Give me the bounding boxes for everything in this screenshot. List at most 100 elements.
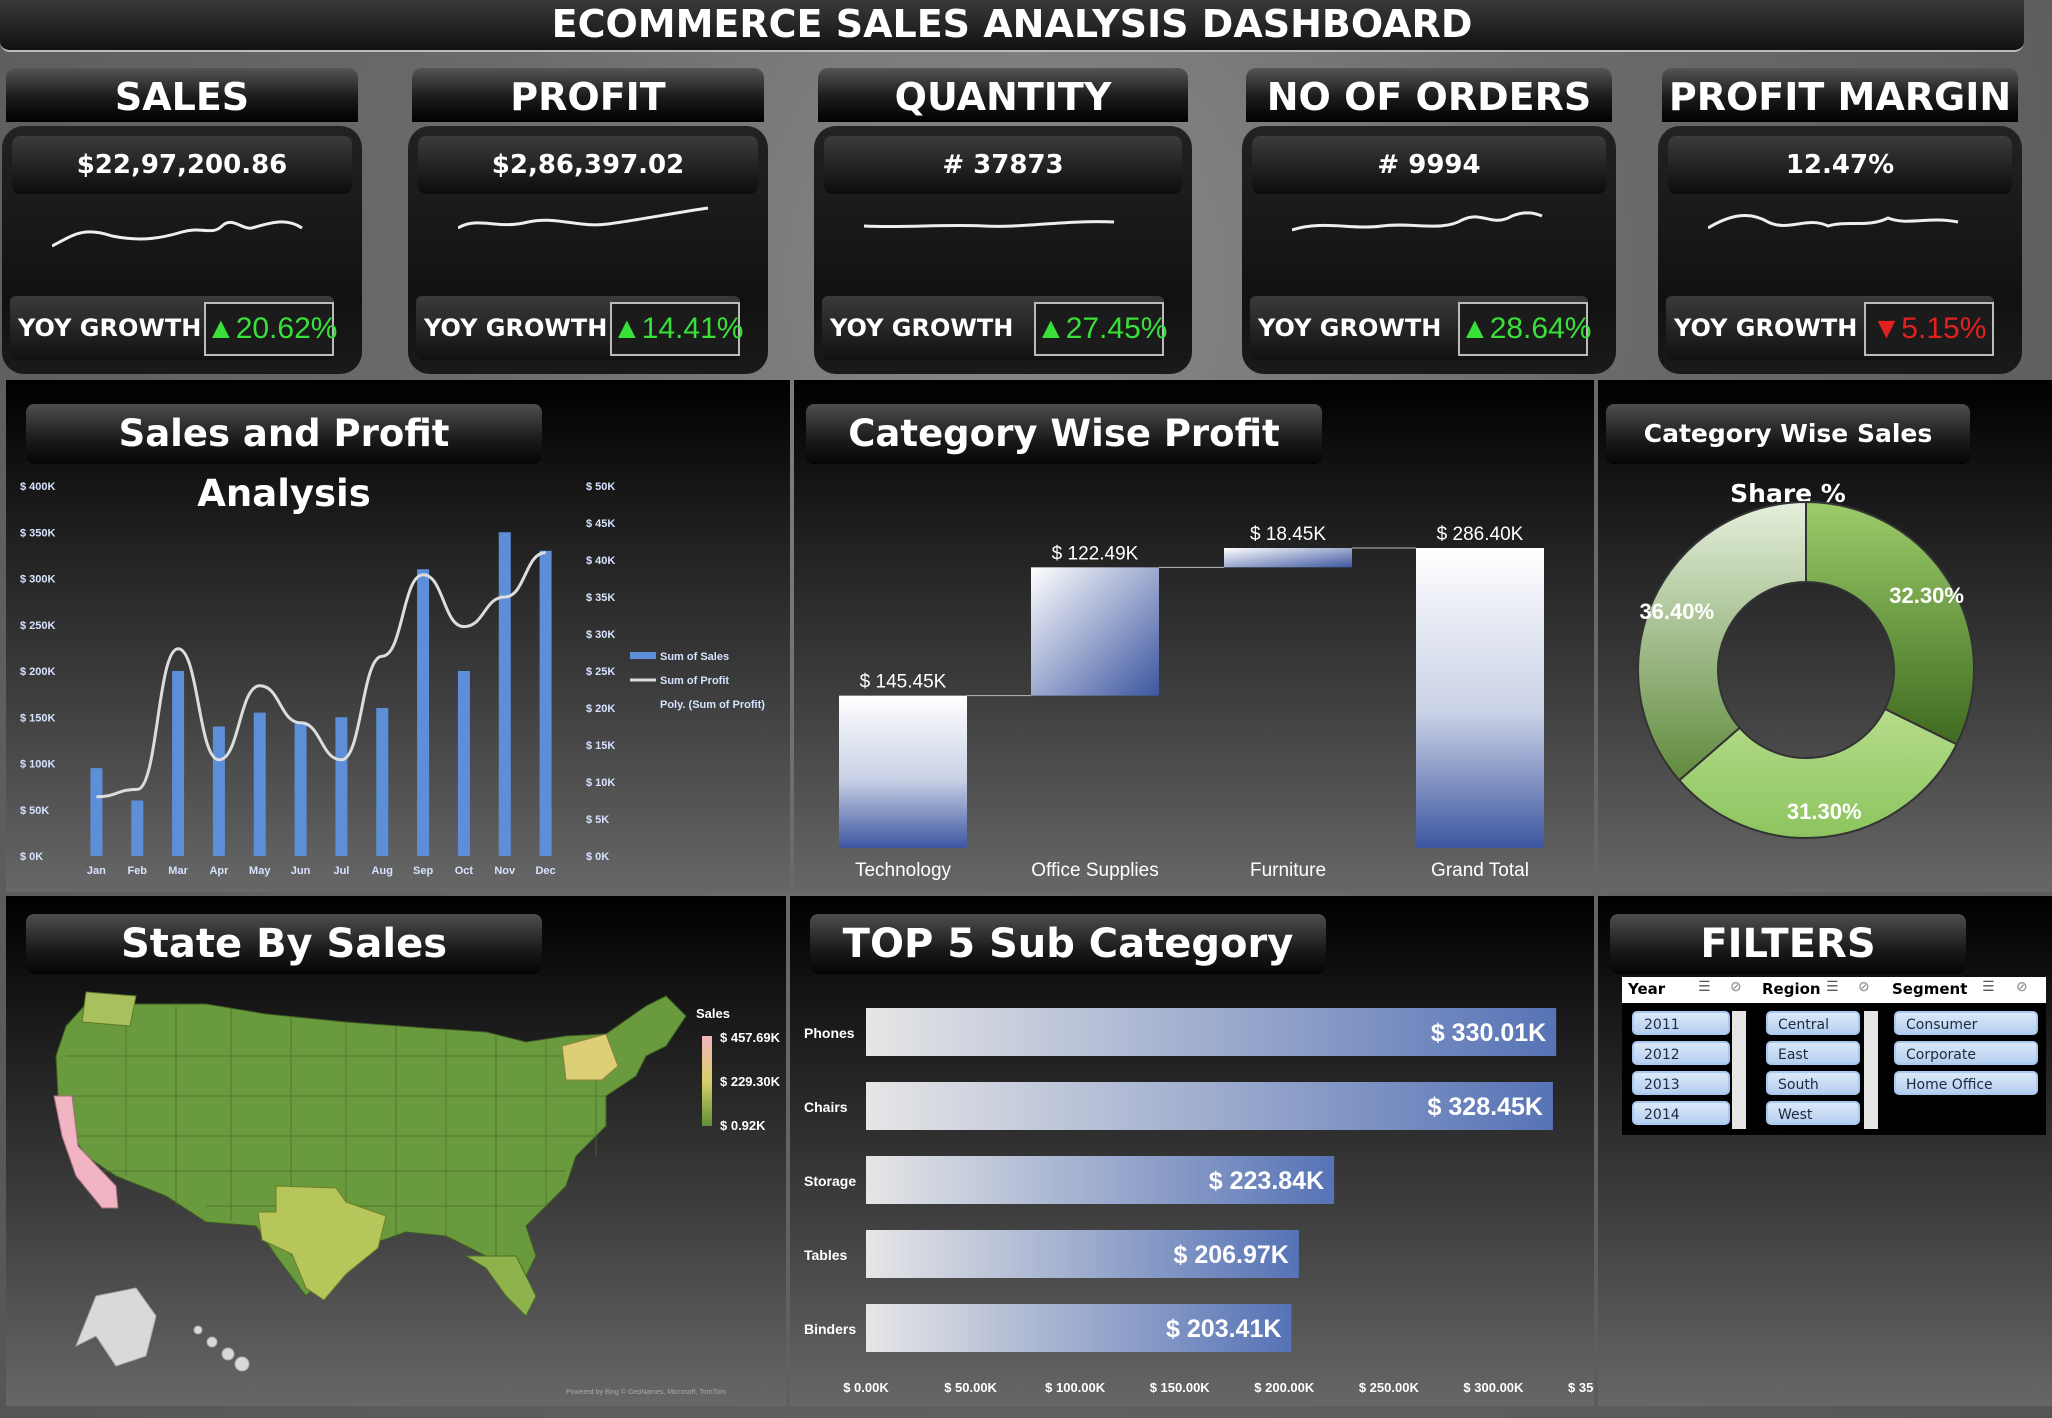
bar-value-label: $ 330.01K — [1431, 1019, 1546, 1047]
kpi-sparkline — [1292, 211, 1543, 232]
y2-tick-label: $ 20K — [586, 703, 615, 715]
slicer-segment-multiselect-icon[interactable]: ☰ — [1982, 979, 1995, 995]
slicer-segment-label: Segment — [1892, 980, 1968, 998]
sales-bar — [457, 671, 470, 856]
kpi-title: PROFIT MARGIN — [1662, 68, 2018, 122]
slicer-segment-item[interactable]: Consumer — [1894, 1011, 2038, 1035]
donut-slice — [1637, 500, 1807, 782]
bar-value-label: $ 223.84K — [1209, 1167, 1324, 1195]
state-sales-panel: State By Sales Sales $ 457.69K $ 229.30K… — [6, 896, 786, 1406]
slicer-year-scrollbar[interactable] — [1732, 1011, 1746, 1129]
slicer-year-label: Year — [1628, 980, 1666, 998]
kpi-sparkline — [458, 206, 709, 230]
kpi-body: $22,97,200.86 YOY GROWTH ▲20.62% — [2, 126, 362, 374]
yoy-row: YOY GROWTH ▼5.15% — [1666, 296, 1994, 360]
kpi-body: $2,86,397.02 YOY GROWTH ▲14.41% — [408, 126, 768, 374]
slicer-region-scrollbar[interactable] — [1864, 1011, 1878, 1129]
y-tick-label: $ 250K — [20, 620, 56, 632]
slicer-year-multiselect-icon[interactable]: ☰ — [1698, 979, 1711, 995]
kpi-sparkline — [1708, 214, 1959, 230]
map-credit: Powered by Bing © GeoNames, Microsoft, T… — [566, 1388, 726, 1396]
kpi-value: 12.47% — [1668, 136, 2012, 194]
x-tick-label: Mar — [168, 865, 188, 877]
slicer-segment-item[interactable]: Home Office — [1894, 1071, 2038, 1095]
waterfall-bar — [1416, 548, 1544, 848]
kpi-title: NO OF ORDERS — [1246, 68, 1612, 122]
sales-bar — [376, 708, 389, 856]
map-washington — [81, 991, 137, 1027]
waterfall-bar — [839, 695, 967, 848]
x-tick-label: Dec — [535, 865, 555, 877]
yoy-row: YOY GROWTH ▲28.64% — [1250, 296, 1591, 360]
slicer-year-item[interactable]: 2011 — [1632, 1011, 1730, 1035]
x-tick-label: Aug — [372, 865, 393, 877]
slicer-group: Year ☰ ⊘ Region ☰ ⊘ Segment ☰ ⊘ 2011 2012… — [1622, 977, 2046, 1135]
sales-bar — [498, 532, 511, 856]
yoy-row: YOY GROWTH ▲27.45% — [822, 296, 1167, 360]
yoy-label: YOY GROWTH — [18, 314, 202, 342]
sales-bar — [172, 671, 185, 856]
x-tick-label: $ 50.00K — [944, 1380, 997, 1395]
kpi-value: # 37873 — [824, 136, 1182, 194]
slicer-year-item[interactable]: 2012 — [1632, 1041, 1730, 1065]
x-tick-label: Apr — [209, 865, 229, 877]
y-tick-label: $ 50K — [20, 805, 49, 817]
legend-label: Sum of Sales — [660, 651, 729, 663]
kpi-value: # 9994 — [1252, 136, 1606, 194]
kpi-card-quantity: QUANTITY # 37873 YOY GROWTH ▲27.45% — [814, 68, 1192, 374]
x-tick-label: $ 100.00K — [1045, 1380, 1106, 1395]
slice-label: 36.40% — [1639, 599, 1714, 624]
y2-tick-label: $ 45K — [586, 518, 615, 530]
y2-tick-label: $ 25K — [586, 666, 615, 678]
y-tick-label: $ 300K — [20, 574, 56, 586]
slicer-region-item[interactable]: South — [1766, 1071, 1860, 1095]
subcategory-label: Tables — [804, 1247, 848, 1263]
category-label: Technology — [855, 860, 952, 881]
yoy-growth-value: ▲27.45% — [1034, 302, 1167, 356]
yoy-label: YOY GROWTH — [1258, 314, 1442, 342]
subcategory-label: Binders — [804, 1321, 856, 1337]
x-tick-label: Sep — [413, 865, 433, 877]
x-tick-label: $ 250.00K — [1359, 1380, 1420, 1395]
kpi-card-profit-margin: PROFIT MARGIN 12.47% YOY GROWTH ▼5.15% — [1658, 68, 2022, 374]
data-label: $ 145.45K — [860, 672, 947, 693]
y-tick-label: $ 350K — [20, 527, 56, 539]
kpi-title: PROFIT — [412, 68, 764, 122]
y2-tick-label: $ 30K — [586, 629, 615, 641]
sales-bar — [294, 721, 307, 856]
top5-chart: Phones $ 330.01K Chairs $ 328.45K Storage $ 2… — [804, 1008, 1594, 1395]
y2-tick-label: $ 35K — [586, 592, 615, 604]
slicer-year-item[interactable]: 2013 — [1632, 1071, 1730, 1095]
kpi-card-no-of-orders: NO OF ORDERS # 9994 YOY GROWTH ▲28.64% — [1242, 68, 1616, 374]
kpi-sparkline — [864, 220, 1115, 229]
slicer-region-multiselect-icon[interactable]: ☰ — [1826, 979, 1839, 995]
x-tick-label: $ 150.00K — [1150, 1380, 1211, 1395]
sales-profit-panel: Sales and Profit Analysis $ 0K $ 50K $ 100… — [6, 380, 790, 892]
map-alaska — [75, 1287, 157, 1367]
slicer-year-item[interactable]: 2014 — [1632, 1101, 1730, 1125]
slicer-segment-item[interactable]: Corporate — [1894, 1041, 2038, 1065]
subcategory-label: Chairs — [804, 1099, 848, 1115]
kpi-value: $2,86,397.02 — [418, 136, 758, 194]
waterfall-bar — [1224, 548, 1352, 568]
sales-bar — [90, 768, 103, 856]
kpi-title: QUANTITY — [818, 68, 1188, 122]
kpi-card-sales: SALES $22,97,200.86 YOY GROWTH ▲20.62% — [2, 68, 362, 374]
y2-tick-label: $ 50K — [586, 481, 615, 493]
yoy-growth-value: ▲20.62% — [204, 302, 337, 356]
data-label: $ 122.49K — [1052, 543, 1139, 564]
slicer-region-item[interactable]: Central — [1766, 1011, 1860, 1035]
kpi-body: 12.47% YOY GROWTH ▼5.15% — [1658, 126, 2022, 374]
filters-panel: FILTERS — [1598, 896, 2052, 1406]
slicer-year-clear-filter-icon[interactable]: ⊘ — [1730, 979, 1742, 995]
data-label: $ 286.40K — [1437, 524, 1524, 545]
kpi-card-profit: PROFIT $2,86,397.02 YOY GROWTH ▲14.41% — [408, 68, 768, 374]
slicer-region-item[interactable]: West — [1766, 1101, 1860, 1125]
slicer-region-clear-filter-icon[interactable]: ⊘ — [1858, 979, 1870, 995]
slicer-region-item[interactable]: East — [1766, 1041, 1860, 1065]
bar-value-label: $ 206.97K — [1173, 1241, 1288, 1269]
yoy-label: YOY GROWTH — [1674, 314, 1858, 342]
slice-label: 31.30% — [1787, 799, 1862, 824]
slicer-segment-clear-filter-icon[interactable]: ⊘ — [2016, 979, 2028, 995]
bar-value-label: $ 328.45K — [1428, 1093, 1543, 1121]
